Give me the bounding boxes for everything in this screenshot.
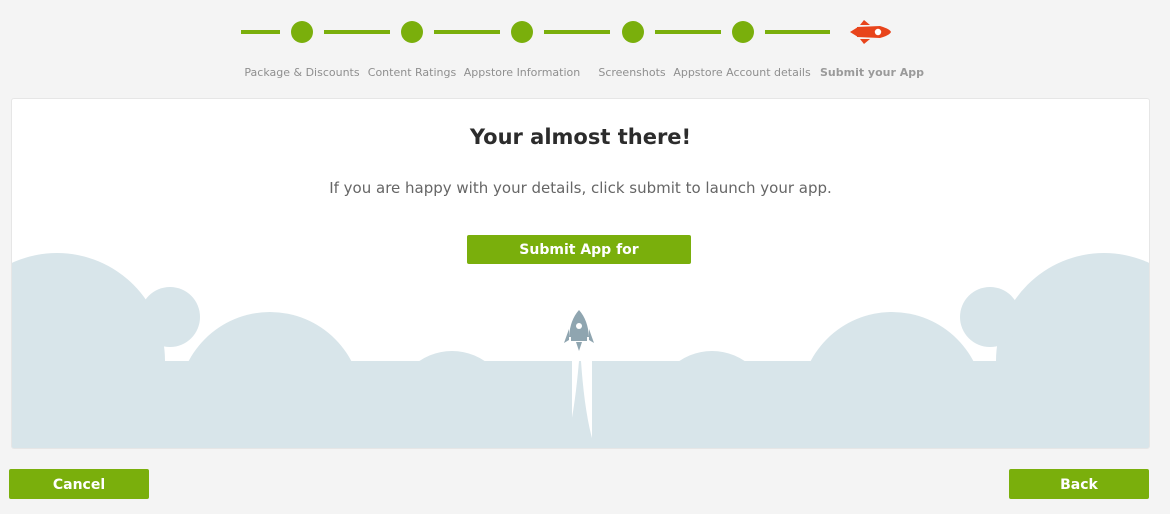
rocket-icon xyxy=(850,20,891,44)
submit-panel: Your almost there! If you are happy with… xyxy=(11,98,1150,449)
launch-rocket-icon xyxy=(564,310,594,351)
step-connector xyxy=(434,30,500,34)
step-label-submit-your-app: Submit your App xyxy=(819,66,925,79)
step-connector xyxy=(324,30,390,34)
step-label-appstore-account-details: Appstore Account details xyxy=(673,66,811,79)
step-connector xyxy=(241,30,280,34)
cancel-button[interactable]: Cancel xyxy=(9,469,149,499)
page-title: Your almost there! xyxy=(469,125,692,149)
page-subtitle: If you are happy with your details, clic… xyxy=(329,179,832,197)
step-label-content-ratings: Content Ratings xyxy=(367,66,457,79)
step-dot-appstore-information xyxy=(511,21,533,43)
step-label-package-discounts: Package & Discounts xyxy=(244,66,360,79)
step-dot-package-discounts xyxy=(291,21,313,43)
progress-stepper: Package & Discounts Content Ratings Apps… xyxy=(0,0,1170,95)
step-connector xyxy=(765,30,830,34)
step-dot-screenshots xyxy=(622,21,644,43)
step-label-screenshots: Screenshots xyxy=(598,66,666,79)
step-dot-appstore-account xyxy=(732,21,754,43)
step-connector xyxy=(655,30,721,34)
step-label-appstore-information: Appstore Information xyxy=(463,66,581,79)
step-dot-content-ratings xyxy=(401,21,423,43)
step-connector xyxy=(544,30,610,34)
back-button[interactable]: Back xyxy=(1009,469,1149,499)
submit-app-button[interactable]: Submit App for Publication xyxy=(467,235,691,287)
